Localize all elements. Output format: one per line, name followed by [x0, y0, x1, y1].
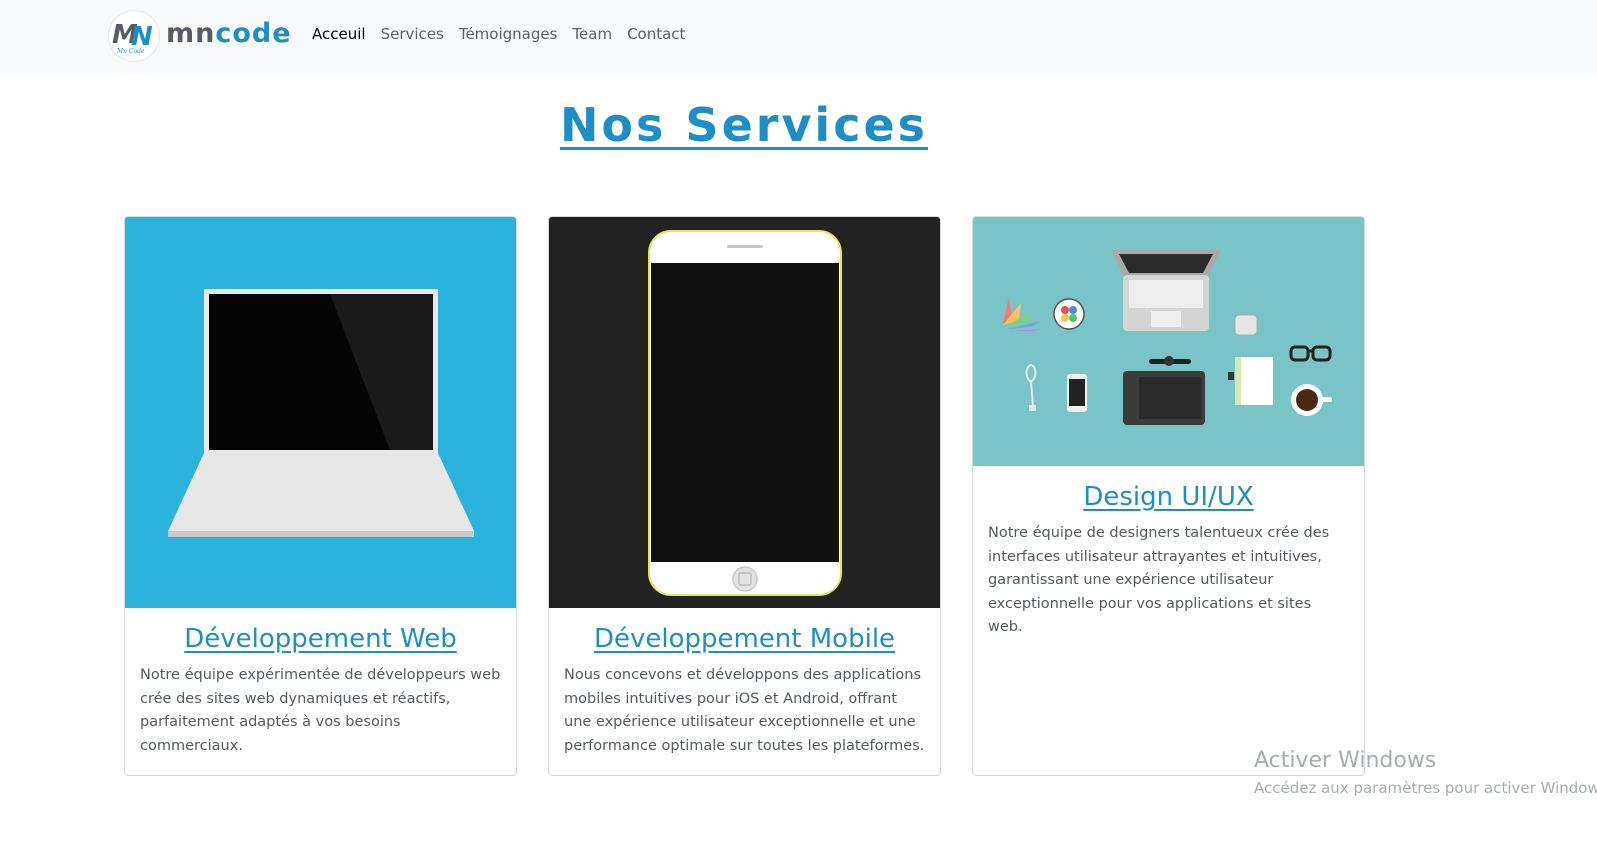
main-nav: Acceuil Services Témoignages Team Contac… — [312, 25, 700, 43]
card-title-design[interactable]: Design UI/UX — [973, 482, 1364, 512]
card-text-web: Notre équipe expérimentée de développeur… — [140, 667, 501, 754]
laptop-illustration — [125, 217, 516, 608]
brand-prefix: mn — [166, 17, 216, 49]
navbar: M N Mn Code mncode Acceuil Services Témo… — [0, 0, 1597, 73]
watermark-subtitle: Accédez aux paramètres pour activer Wind… — [1254, 779, 1597, 797]
coffee-cup-icon — [1291, 384, 1332, 416]
card-title-mobile[interactable]: Développement Mobile — [549, 624, 940, 654]
service-card-web: Développement Web Notre équipe expérimen… — [124, 216, 517, 776]
laptop-icon — [168, 289, 474, 537]
brand-logo: M N Mn Code — [108, 10, 160, 62]
mn-logo-icon: M N Mn Code — [112, 20, 153, 55]
card-text-mobile: Nous concevons et développons des applic… — [564, 667, 925, 754]
nav-item-contact[interactable]: Contact — [627, 25, 685, 43]
color-swatch-icon — [1003, 297, 1043, 331]
nav-item-temoignages[interactable]: Témoignages — [459, 25, 558, 43]
design-desk-icon — [1003, 250, 1332, 425]
logo-caption: Mn Code — [116, 48, 145, 55]
brand-link[interactable]: M N Mn Code mncode — [108, 10, 292, 62]
card-text-design: Notre équipe de designers talentueux cré… — [988, 525, 1330, 635]
nav-item-services[interactable]: Services — [381, 25, 444, 43]
card-title-web[interactable]: Développement Web — [125, 624, 516, 654]
windows-activation-watermark: Activer Windows Accédez aux paramètres p… — [1254, 748, 1597, 797]
nav-item-acceuil[interactable]: Acceuil — [312, 25, 366, 43]
designer-desk-illustration — [973, 217, 1364, 466]
services-title: Nos Services — [559, 98, 929, 152]
service-card-mobile: Développement Mobile Nous concevons et d… — [548, 216, 941, 776]
brand-name: mncode — [166, 18, 292, 49]
smartphone-illustration — [549, 217, 940, 608]
glasses-icon — [1289, 345, 1332, 362]
nav-item-team[interactable]: Team — [572, 25, 612, 43]
service-card-design: Design UI/UX Notre équipe de designers t… — [972, 216, 1365, 776]
brand-suffix: code — [215, 17, 292, 49]
watermark-title: Activer Windows — [1254, 748, 1437, 773]
smartphone-icon — [648, 230, 842, 596]
